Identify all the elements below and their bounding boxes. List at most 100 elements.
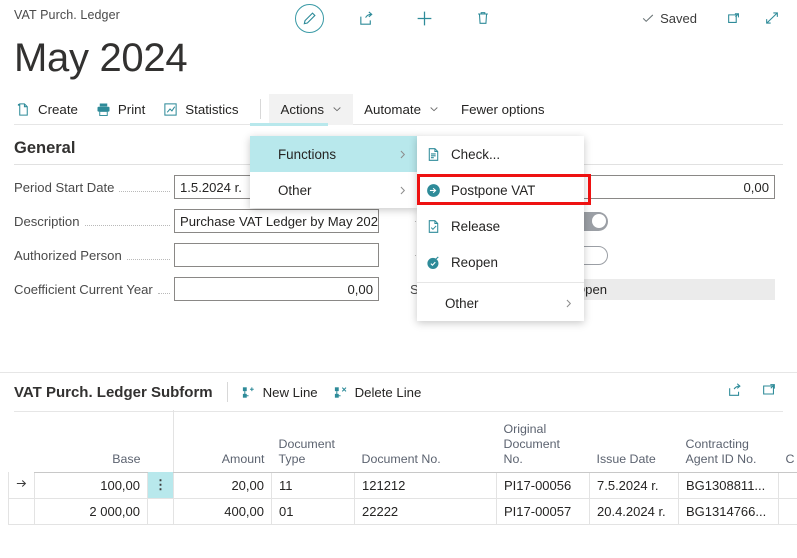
delete-line-label: Delete Line — [354, 384, 422, 400]
cell-base[interactable]: 2 000,00 — [34, 498, 148, 525]
row-selector-header — [9, 410, 35, 472]
field-label: Authorized Person — [14, 247, 122, 263]
release-icon — [426, 219, 441, 234]
field-value: 1.5.2024 r. — [180, 179, 242, 195]
coefficient-current-year-input[interactable]: 0,00 — [174, 277, 379, 301]
new-line-button[interactable]: New Line — [242, 385, 318, 400]
ribbon-divider — [260, 99, 262, 119]
actions-menu-button[interactable]: Actions — [269, 93, 354, 125]
actions-active-indicator — [250, 123, 328, 126]
checkmark-icon — [641, 11, 655, 25]
cell-contracting-agent-id-no[interactable]: BG1314766... — [678, 498, 779, 525]
column-header-document-no[interactable]: Document No. — [354, 410, 497, 473]
column-header-base[interactable]: Base — [34, 410, 148, 473]
field-label: Period Start Date — [14, 179, 115, 195]
create-button[interactable]: Create — [16, 94, 88, 124]
actions-dropdown-menu: Functions Other — [250, 136, 418, 208]
row-selector[interactable] — [8, 498, 35, 525]
column-header-contracting-agent-id-no[interactable]: Contracting Agent ID No. — [678, 410, 779, 473]
cell-original-document-no[interactable]: PI17-00056 — [496, 472, 590, 499]
plus-icon[interactable] — [409, 4, 439, 32]
save-status: Saved — [641, 4, 787, 32]
menu-item-postpone-vat[interactable]: Postpone VAT — [417, 172, 584, 208]
menu-item-label: Reopen — [451, 254, 498, 270]
menu-item-check[interactable]: Check... — [417, 136, 584, 172]
expand-icon[interactable] — [757, 4, 787, 32]
cell-truncated[interactable] — [778, 498, 797, 525]
cell-amount[interactable]: 400,00 — [173, 498, 272, 525]
field-value: 0,00 — [743, 179, 769, 195]
label-dots — [126, 255, 170, 260]
table-row[interactable]: 100,00 ⋮ 20,00 11 121212 PI17-00056 7.5.… — [8, 472, 797, 499]
actions-label: Actions — [280, 101, 325, 117]
description-input[interactable]: Purchase VAT Ledger by May 2024 — [174, 209, 379, 233]
cell-amount[interactable]: 20,00 — [173, 472, 272, 499]
share-icon[interactable] — [727, 382, 743, 398]
cell-document-no[interactable]: 22222 — [354, 498, 497, 525]
trash-icon[interactable] — [468, 4, 498, 32]
cell-document-no[interactable]: 121212 — [354, 472, 497, 499]
menu-item-release[interactable]: Release — [417, 208, 584, 244]
column-header-document-type[interactable]: Document Type — [271, 410, 355, 473]
cell-issue-date[interactable]: 7.5.2024 r. — [589, 472, 679, 499]
share-icon[interactable] — [351, 4, 381, 32]
menu-item-other[interactable]: Other — [417, 285, 584, 321]
print-icon — [96, 102, 111, 117]
menu-item-label: Other — [278, 182, 312, 198]
fewer-options-button[interactable]: Fewer options — [450, 94, 556, 125]
field-description: Description Purchase VAT Ledger by May 2… — [14, 209, 389, 233]
delete-line-button[interactable]: Delete Line — [334, 384, 422, 400]
create-icon — [16, 102, 31, 117]
cell-contracting-agent-id-no[interactable]: BG1308811... — [678, 472, 779, 499]
delete-line-icon — [334, 385, 349, 400]
field-label: Description — [14, 213, 80, 229]
cell-document-type[interactable]: 11 — [271, 472, 355, 499]
table-row[interactable]: 2 000,00 400,00 01 22222 PI17-00057 20.4… — [8, 498, 797, 525]
postpone-icon — [426, 183, 441, 198]
subform-header: VAT Purch. Ledger Subform New Line Delet… — [0, 373, 797, 411]
row-menu-icon[interactable]: ⋮ — [147, 472, 174, 499]
cell-truncated[interactable] — [778, 472, 797, 499]
authorized-person-input[interactable] — [174, 243, 379, 267]
pencil-icon[interactable] — [295, 3, 324, 33]
functions-submenu: Check... Postpone VAT Release Reopen Oth… — [417, 136, 584, 321]
submenu-divider — [417, 282, 584, 283]
ribbon-toolbar: Create Print Statistics Actions Automate — [0, 93, 797, 126]
field-label: Coefficient Current Year — [14, 281, 153, 297]
right-numeric-input[interactable]: 0,00 — [570, 175, 775, 199]
automate-menu-button[interactable]: Automate — [353, 94, 450, 125]
new-line-label: New Line — [262, 384, 318, 400]
cell-issue-date[interactable]: 20.4.2024 r. — [589, 498, 679, 525]
check-document-icon — [426, 147, 441, 162]
fewer-options-label: Fewer options — [461, 101, 545, 117]
menu-item-label: Check... — [451, 146, 501, 162]
row-menu-icon[interactable] — [147, 498, 174, 525]
menu-item-other[interactable]: Other — [250, 172, 418, 208]
create-label: Create — [38, 101, 78, 117]
menu-item-functions[interactable]: Functions — [250, 136, 418, 172]
automate-label: Automate — [364, 101, 421, 117]
statistics-button[interactable]: Statistics — [163, 94, 248, 124]
chevron-down-icon — [429, 104, 439, 114]
column-header-original-document-no[interactable]: Original Document No. — [496, 410, 590, 473]
label-dots — [84, 221, 170, 226]
column-header-truncated[interactable]: C — [778, 410, 797, 473]
cell-original-document-no[interactable]: PI17-00057 — [496, 498, 590, 525]
row-menu-header — [148, 410, 174, 472]
subform-table: Base Amount Document Type Document No. O… — [8, 410, 797, 525]
open-in-new-window-icon[interactable] — [719, 4, 749, 32]
subform-section: VAT Purch. Ledger Subform New Line Delet… — [0, 372, 797, 412]
column-header-amount[interactable]: Amount — [173, 410, 272, 473]
print-button[interactable]: Print — [96, 94, 155, 124]
cell-base[interactable]: 100,00 — [34, 472, 148, 499]
chevron-right-icon — [397, 185, 408, 196]
cell-document-type[interactable]: 01 — [271, 498, 355, 525]
label-dots — [157, 289, 170, 294]
label-dots — [119, 187, 170, 192]
menu-item-reopen[interactable]: Reopen — [417, 244, 584, 280]
subform-title: VAT Purch. Ledger Subform — [14, 383, 213, 401]
column-header-issue-date[interactable]: Issue Date — [589, 410, 679, 473]
expand-subform-icon[interactable] — [761, 382, 777, 398]
field-value: Purchase VAT Ledger by May 2024 — [180, 213, 379, 229]
row-selector-arrow[interactable] — [8, 472, 35, 499]
